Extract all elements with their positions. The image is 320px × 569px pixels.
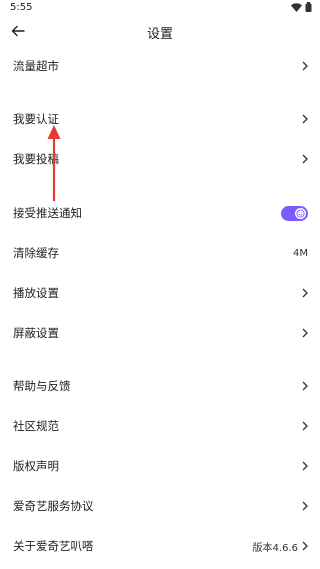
menu-item-label: 接受推送通知 <box>13 206 82 220</box>
menu-item-label: 流量超市 <box>13 59 59 73</box>
chevron-right-icon <box>302 114 308 124</box>
chevron-right-icon <box>302 328 308 338</box>
menu-item-community-rules[interactable]: 社区规范 <box>0 406 320 446</box>
menu-item-block-settings[interactable]: 屏蔽设置 <box>0 313 320 353</box>
chevron-right-icon <box>302 461 308 471</box>
menu-item-label: 社区规范 <box>13 419 59 433</box>
menu-item-label: 播放设置 <box>13 286 59 300</box>
status-time: 5:55 <box>10 2 33 13</box>
back-arrow-icon <box>11 25 25 37</box>
menu-item-help-feedback[interactable]: 帮助与反馈 <box>0 366 320 406</box>
chevron-right-icon <box>302 541 308 551</box>
menu-item-label: 爱奇艺服务协议 <box>13 499 94 513</box>
menu-item-copyright[interactable]: 版权声明 <box>0 446 320 486</box>
chevron-right-icon <box>302 421 308 431</box>
annotation-arrow-icon <box>47 125 61 201</box>
chevron-right-icon <box>302 381 308 391</box>
menu-item-about[interactable]: 关于爱奇艺叭嗒 版本4.6.6 <box>0 526 320 566</box>
cache-size-value: 4M <box>293 247 308 259</box>
menu-item-label: 清除缓存 <box>13 246 59 260</box>
menu-item-service-agreement[interactable]: 爱奇艺服务协议 <box>0 486 320 526</box>
battery-icon <box>305 2 312 12</box>
page-title: 设置 <box>146 27 173 42</box>
menu-item-clear-cache[interactable]: 清除缓存 4M <box>0 233 320 273</box>
app-version-value: 版本4.6.6 <box>252 542 298 554</box>
back-button[interactable] <box>8 21 28 41</box>
menu-item-traffic-market[interactable]: 流量超市 <box>0 46 320 86</box>
chevron-right-icon <box>302 61 308 71</box>
status-icons <box>291 2 312 12</box>
smile-icon <box>296 208 305 218</box>
title-bar: 设置 <box>0 16 320 46</box>
wifi-icon <box>291 2 302 12</box>
chevron-right-icon <box>302 154 308 164</box>
toggle-knob <box>295 207 306 219</box>
chevron-right-icon <box>302 288 308 298</box>
menu-item-playback-settings[interactable]: 播放设置 <box>0 273 320 313</box>
menu-item-label: 关于爱奇艺叭嗒 <box>13 539 94 553</box>
status-bar: 5:55 <box>0 0 320 16</box>
push-notification-toggle[interactable] <box>281 205 308 221</box>
menu-item-label: 帮助与反馈 <box>13 379 71 393</box>
chevron-right-icon <box>302 501 308 511</box>
menu-item-label: 版权声明 <box>13 459 59 473</box>
menu-item-label: 屏蔽设置 <box>13 326 59 340</box>
